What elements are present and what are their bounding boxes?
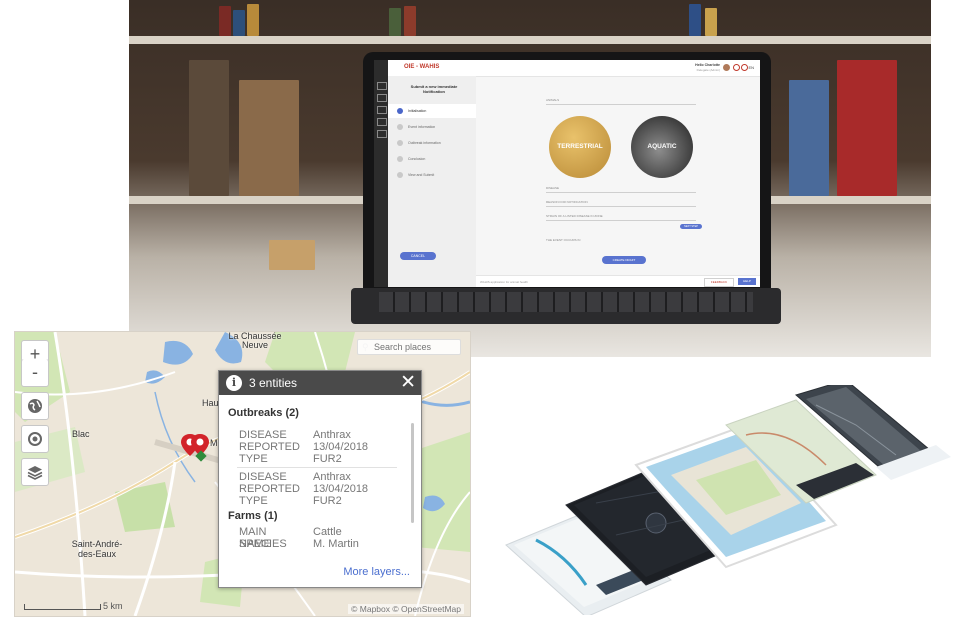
popup-title: 3 entities bbox=[249, 376, 298, 390]
laptop-keyboard bbox=[379, 292, 753, 312]
help-button[interactable]: HELP bbox=[738, 278, 756, 285]
user-role: Delegate (Admin) bbox=[696, 68, 720, 72]
place-label: Saint-André- des-Eaux bbox=[71, 539, 123, 559]
map-marker-icon[interactable] bbox=[180, 432, 216, 464]
animals-select[interactable] bbox=[546, 104, 696, 105]
book bbox=[404, 6, 416, 36]
globe-icon[interactable] bbox=[21, 392, 49, 420]
divider bbox=[237, 467, 397, 468]
terrestrial-option[interactable]: TERRESTRIAL bbox=[549, 116, 611, 178]
search-input[interactable] bbox=[357, 339, 461, 355]
calendar-icon[interactable] bbox=[377, 106, 387, 114]
book bbox=[705, 8, 717, 36]
notification-icon[interactable] bbox=[733, 64, 740, 71]
place-label: Blac bbox=[72, 429, 90, 439]
language-selector[interactable]: EN bbox=[748, 65, 754, 70]
zoom-out-button[interactable]: - bbox=[21, 359, 49, 387]
wizard-title: Submit a new immediate Notification bbox=[410, 84, 458, 94]
field-label: REASON FOR NOTIFICATION bbox=[546, 200, 588, 204]
scale-label: 5 km bbox=[103, 601, 123, 611]
wizard-step[interactable]: Event information bbox=[388, 120, 476, 134]
gear-icon[interactable] bbox=[741, 64, 748, 71]
locate-icon[interactable] bbox=[21, 425, 49, 453]
map-widget[interactable]: + - La Chaussée Neuve Hau Blac M Saint-A… bbox=[14, 331, 471, 617]
book bbox=[189, 60, 229, 196]
popup-header: i 3 entities ✕ bbox=[219, 371, 421, 395]
outbreak-item[interactable]: DISEASE Anthrax REPORTED 13/04/2018 TYPE FU… bbox=[219, 471, 409, 511]
cancel-button[interactable]: CANCEL bbox=[400, 252, 436, 260]
book bbox=[389, 8, 401, 36]
outbreaks-title: Outbreaks (2) bbox=[228, 407, 299, 419]
place-label: La Chaussée Neuve bbox=[228, 331, 282, 350]
book bbox=[219, 6, 231, 36]
more-layers-link[interactable]: More layers... bbox=[343, 566, 410, 578]
book bbox=[837, 60, 897, 196]
create-draft-button[interactable]: CREATE DRAFT bbox=[602, 256, 646, 264]
field-label: ANIMALS bbox=[546, 98, 560, 102]
chart-icon[interactable] bbox=[377, 118, 387, 126]
place-label: Hau bbox=[202, 398, 219, 408]
farms-title: Farms (1) bbox=[228, 510, 278, 522]
layers-icon[interactable] bbox=[21, 458, 49, 486]
aquatic-option[interactable]: AQUATIC bbox=[631, 116, 693, 178]
wizard-form: ANIMALS TERRESTRIAL AQUATIC DISEASE REAS… bbox=[476, 76, 760, 276]
app-title: OIE - WAHIS bbox=[404, 64, 440, 70]
laptop-screen: OIE - WAHIS Hello Charlotte Delegate (Ad… bbox=[374, 60, 760, 287]
footer-text: WAHIS application for animal health bbox=[480, 280, 528, 284]
field-label: DISEASE bbox=[546, 186, 560, 190]
entities-popup: i 3 entities ✕ Outbreaks (2) DISEASE Anth… bbox=[218, 370, 422, 588]
scrollbar[interactable] bbox=[411, 423, 414, 523]
info-icon: i bbox=[226, 375, 242, 391]
laptop-photo: OIE - WAHIS Hello Charlotte Delegate (Ad… bbox=[129, 0, 931, 357]
wizard-step[interactable]: Conclusion bbox=[388, 152, 476, 166]
search-icon[interactable] bbox=[377, 94, 387, 102]
book bbox=[247, 4, 259, 36]
avatar[interactable] bbox=[723, 64, 730, 71]
wizard-step[interactable]: Outbreak information bbox=[388, 136, 476, 150]
bookshelf-board bbox=[129, 36, 931, 44]
nav-icon[interactable] bbox=[377, 82, 387, 90]
strain-select[interactable] bbox=[546, 220, 696, 221]
outbreak-item[interactable]: DISEASE Anthrax REPORTED 13/04/2018 TYPE FU… bbox=[219, 429, 409, 469]
book bbox=[233, 10, 245, 36]
book bbox=[689, 4, 701, 36]
disease-select[interactable] bbox=[546, 192, 696, 193]
book bbox=[239, 80, 299, 196]
scale-bar bbox=[24, 604, 101, 610]
wizard-step[interactable]: View and Submit bbox=[388, 168, 476, 182]
app-header: OIE - WAHIS Hello Charlotte Delegate (Ad… bbox=[388, 60, 760, 77]
farm-item[interactable]: MAIN SPECIES Cattle NAME M. Martin bbox=[219, 526, 409, 554]
user-name: Hello Charlotte bbox=[695, 63, 720, 67]
water-body bbox=[163, 340, 193, 365]
app-nav-rail bbox=[374, 60, 388, 287]
next-step-button[interactable]: NEXT STEP bbox=[680, 224, 702, 229]
mobile-devices-illustration bbox=[505, 385, 951, 615]
close-icon[interactable]: ✕ bbox=[400, 372, 416, 393]
reason-select[interactable] bbox=[546, 206, 696, 207]
field-label: STRAIN OF A LISTED DISEASE IN ZONE bbox=[546, 214, 603, 218]
wizard-step[interactable]: Initialisation bbox=[388, 104, 476, 118]
field-label: THE EVENT OCCURS IN bbox=[546, 238, 581, 242]
box bbox=[269, 240, 315, 270]
app-footer: WAHIS application for animal health FEED… bbox=[476, 275, 760, 287]
settings-icon[interactable] bbox=[377, 130, 387, 138]
map-attribution[interactable]: © Mapbox © OpenStreetMap bbox=[348, 604, 464, 614]
feedback-button[interactable]: FEEDBACK bbox=[704, 278, 734, 287]
book bbox=[789, 80, 829, 196]
